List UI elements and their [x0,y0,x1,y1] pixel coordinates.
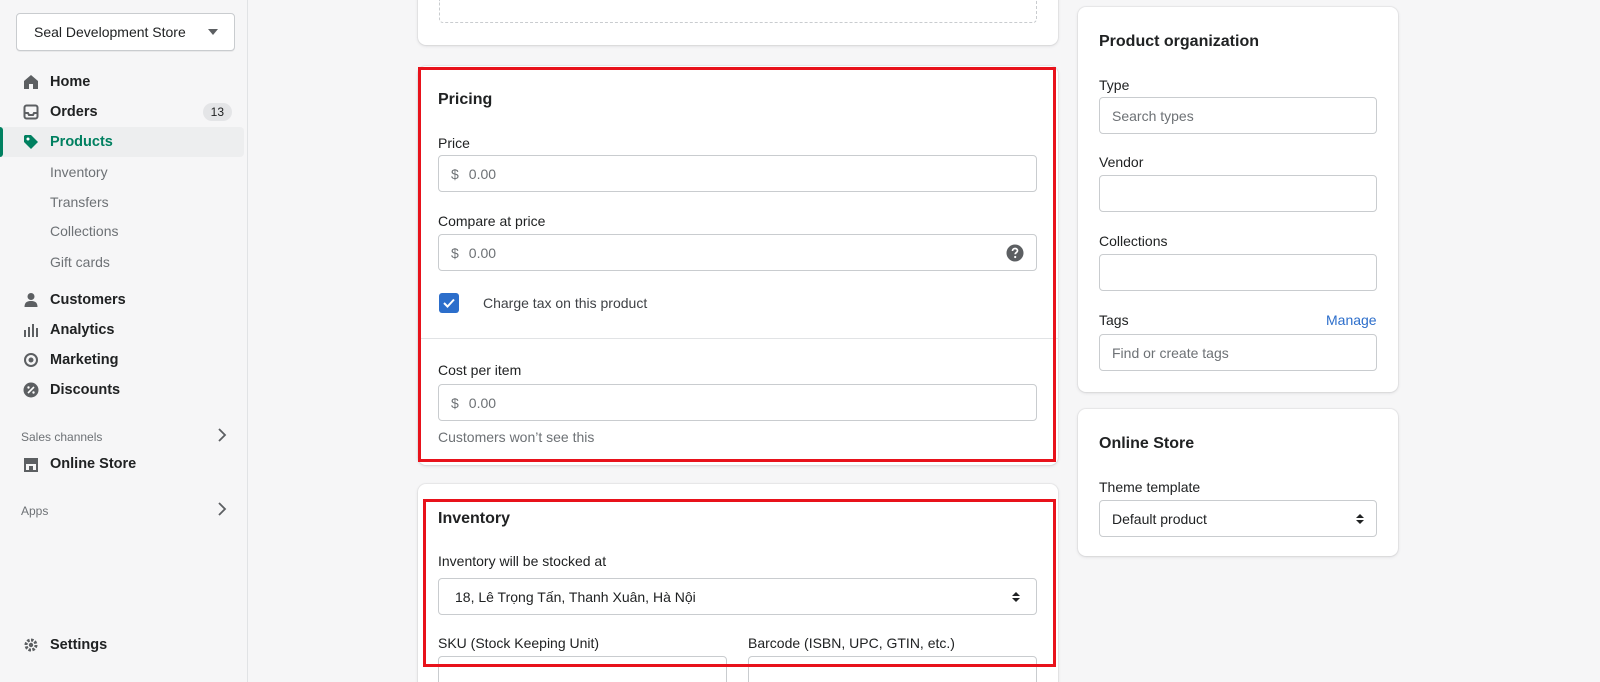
sales-channels-label: Sales channels [21,429,103,444]
product-organization-title: Product organization [1099,33,1259,50]
nav-home-label: Home [50,74,91,90]
inbox-icon [22,103,40,121]
tags-placeholder: Find or create tags [1112,344,1229,361]
type-placeholder: Search types [1112,107,1194,124]
nav-settings[interactable]: Settings [0,630,244,660]
vendor-input[interactable] [1099,175,1377,212]
collections-input[interactable] [1099,254,1377,291]
theme-template-value: Default product [1112,510,1207,527]
nav-gift-cards[interactable]: Gift cards [50,254,110,270]
manage-tags-link[interactable]: Manage [1326,312,1377,328]
product-organization-card: Product organization Type Search types V… [1078,7,1398,392]
apps-section[interactable]: Apps [21,502,227,519]
vendor-label: Vendor [1099,154,1144,170]
store-switcher[interactable]: Seal Development Store [16,13,235,51]
discount-icon [22,381,40,399]
select-arrows-icon [1356,513,1364,524]
apps-label: Apps [21,503,49,518]
store-name: Seal Development Store [34,24,186,40]
nav-settings-label: Settings [50,637,108,653]
nav-orders[interactable]: Orders 13 [0,97,244,127]
inventory-highlight-box [423,499,1056,667]
sales-channels-section[interactable]: Sales channels [21,428,227,445]
nav-marketing-label: Marketing [50,352,119,368]
nav-online-store[interactable]: Online Store [0,449,244,479]
sidebar: Seal Development Store Home Orders 13 Pr… [0,0,248,682]
chevron-right-icon [217,428,227,445]
tags-label: Tags [1099,312,1129,328]
type-input[interactable]: Search types [1099,97,1377,134]
online-store-title: Online Store [1099,435,1195,452]
nav-customers[interactable]: Customers [0,285,244,315]
home-icon [22,73,40,91]
orders-count-badge: 13 [202,103,232,121]
nav-customers-label: Customers [50,292,126,308]
nav-marketing[interactable]: Marketing [0,345,244,375]
type-label: Type [1099,77,1130,93]
online-store-card: Online Store Theme template Default prod… [1078,409,1398,556]
store-icon [22,455,40,473]
nav-products-label: Products [50,134,113,150]
nav-analytics[interactable]: Analytics [0,315,244,345]
tags-input[interactable]: Find or create tags [1099,334,1377,371]
nav-collections[interactable]: Collections [50,223,118,239]
chevron-right-icon [217,502,227,519]
nav-products[interactable]: Products [0,127,244,157]
nav-home[interactable]: Home [0,67,244,97]
media-dropzone[interactable] [439,0,1037,23]
nav-transfers[interactable]: Transfers [50,194,109,210]
nav-online-store-label: Online Store [50,456,137,472]
nav-discounts-label: Discounts [50,382,121,398]
tag-icon [22,133,40,151]
media-card [418,0,1058,45]
gear-icon [22,636,40,654]
person-icon [22,291,40,309]
theme-template-select[interactable]: Default product [1099,500,1377,537]
chevron-down-icon [208,29,218,35]
theme-template-label: Theme template [1099,479,1201,495]
nav-analytics-label: Analytics [50,322,115,338]
pricing-highlight-box [418,67,1056,462]
nav-inventory[interactable]: Inventory [50,164,108,180]
nav-orders-label: Orders [50,104,98,120]
bar-chart-icon [22,321,40,339]
nav-discounts[interactable]: Discounts [0,375,244,405]
target-icon [22,351,40,369]
collections-label: Collections [1099,233,1168,249]
